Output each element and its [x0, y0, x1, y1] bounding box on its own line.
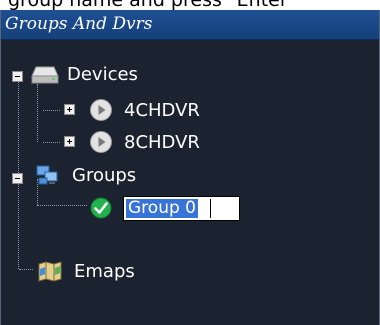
- hard-drive-icon: [30, 62, 60, 86]
- expand-8chdvr-toggle[interactable]: [64, 136, 75, 147]
- tree-node-label: 4CHDVR: [124, 99, 200, 121]
- tree-node-label: Emaps: [74, 260, 135, 282]
- groups-dvrs-panel: Groups And Dvrs Devices 4CHDVR 8CHDVR Gr…: [0, 10, 380, 325]
- tree-node-emaps[interactable]: Emaps: [37, 259, 135, 283]
- tree-node-group-item[interactable]: [90, 196, 112, 220]
- tree-node-label: Groups: [72, 164, 137, 186]
- text-caret: [210, 199, 211, 218]
- tree-node-groups[interactable]: Groups: [35, 163, 136, 187]
- tree-node-dvr[interactable]: 4CHDVR: [89, 98, 200, 122]
- tree-line: [19, 269, 33, 270]
- selected-text: Group 0: [126, 198, 198, 218]
- tree-line: [43, 142, 60, 143]
- group-name-edit-field[interactable]: Group 0: [123, 196, 240, 221]
- green-check-icon: [90, 197, 112, 219]
- play-disc-icon: [89, 98, 113, 122]
- device-tree: Devices 4CHDVR 8CHDVR Groups Group 0 Ema…: [1, 40, 379, 323]
- tree-line: [37, 205, 87, 206]
- top-strip: group name and press "Enter": [0, 0, 380, 10]
- top-strip-text: group name and press "Enter": [8, 0, 296, 10]
- network-computers-icon: [35, 163, 59, 187]
- tree-node-label: Devices: [67, 63, 138, 85]
- expand-4chdvr-toggle[interactable]: [64, 104, 75, 115]
- tree-node-dvr[interactable]: 8CHDVR: [89, 130, 200, 154]
- tree-line: [43, 110, 60, 111]
- tree-node-devices[interactable]: Devices: [30, 62, 138, 86]
- collapse-groups-toggle[interactable]: [12, 173, 23, 184]
- play-disc-icon: [89, 130, 113, 154]
- map-icon: [37, 260, 63, 282]
- tree-node-label: 8CHDVR: [124, 131, 200, 153]
- panel-title: Groups And Dvrs: [1, 10, 379, 40]
- tree-line: [37, 84, 38, 142]
- collapse-devices-toggle[interactable]: [12, 71, 23, 82]
